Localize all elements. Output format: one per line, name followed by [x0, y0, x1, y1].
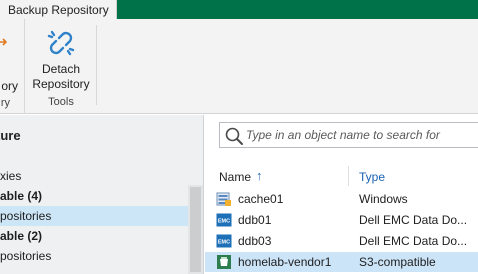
- nav-item-label: positories: [0, 209, 52, 223]
- nav-item-label: ...: [0, 269, 10, 274]
- ribbon-group-label-tools: Tools: [48, 96, 74, 108]
- partial-ribbon-button[interactable]: ory ry: [0, 19, 25, 114]
- emc-icon: EMC: [216, 234, 232, 248]
- nav-item-group-b[interactable]: able (2): [0, 226, 188, 246]
- tab-label: Backup Repository: [8, 3, 109, 17]
- detach-repository-button[interactable]: Detach Repository: [30, 25, 92, 93]
- nav-item-repositories[interactable]: positories: [0, 246, 188, 266]
- nav-tree: xies able (4) positories able (2) posito…: [0, 166, 188, 274]
- column-header-name[interactable]: Name: [219, 170, 251, 184]
- svg-text:EMC: EMC: [218, 240, 230, 246]
- partial-group-label: ry: [0, 97, 10, 109]
- search-box[interactable]: [219, 122, 478, 148]
- ribbon: ory ry Detach Repository Tools: [0, 19, 478, 114]
- nav-item-backup-repositories[interactable]: positories: [0, 206, 188, 226]
- nav-item-label: able (4): [0, 189, 43, 203]
- broken-link-icon: [47, 30, 75, 56]
- row-name: ddb01: [238, 213, 272, 227]
- sort-ascending-icon: ↑: [256, 168, 263, 183]
- row-type: S3-compatible: [359, 255, 436, 269]
- search-input[interactable]: [246, 126, 471, 144]
- row-type: Windows: [359, 192, 408, 206]
- column-header-row: Name ↑ Type: [205, 166, 478, 188]
- row-name: cache01: [238, 192, 284, 206]
- nav-scrollbar-thumb[interactable]: [190, 187, 201, 272]
- table-row[interactable]: EMC ddb03 Dell EMC Data Do...: [205, 231, 478, 251]
- tab-backup-repository[interactable]: Backup Repository: [0, 0, 117, 20]
- column-divider[interactable]: [348, 166, 349, 186]
- nav-item-label: able (2): [0, 229, 43, 243]
- row-type: Dell EMC Data Do...: [359, 213, 468, 227]
- nav-item-proxies[interactable]: xies: [0, 166, 188, 186]
- detach-label-line2: Repository: [32, 77, 90, 91]
- table-row-selected[interactable]: homelab-vendor1 S3-compatible: [205, 252, 478, 272]
- row-type: Dell EMC Data Do...: [359, 234, 468, 248]
- navigation-pane: ture xies able (4) positories able (2) p…: [0, 115, 204, 274]
- content-pane: Name ↑ Type cache01 Windows EMC ddb01 De…: [205, 115, 478, 274]
- emc-icon: EMC: [216, 213, 232, 227]
- nav-item-more[interactable]: ...: [0, 266, 188, 274]
- nav-item-label: xies: [0, 169, 22, 183]
- nav-item-label: positories: [0, 249, 52, 263]
- detach-label-line1: Detach: [41, 62, 81, 76]
- partial-button-label: ory: [1, 79, 18, 93]
- s3-bucket-icon: [217, 255, 231, 269]
- nav-pane-title: ture: [0, 128, 21, 143]
- repository-action-icon: [0, 38, 7, 46]
- row-name: homelab-vendor1: [238, 255, 332, 269]
- nav-item-group-a[interactable]: able (4): [0, 186, 188, 206]
- ribbon-group-divider: [96, 25, 97, 105]
- repository-list: cache01 Windows EMC ddb01 Dell EMC Data …: [205, 189, 478, 273]
- nav-scrollbar[interactable]: [188, 185, 203, 274]
- row-name: ddb03: [238, 234, 272, 248]
- svg-text:EMC: EMC: [218, 219, 230, 225]
- windows-server-icon: [216, 192, 231, 206]
- table-row[interactable]: cache01 Windows: [205, 189, 478, 209]
- search-icon: [225, 127, 243, 145]
- table-row[interactable]: EMC ddb01 Dell EMC Data Do...: [205, 210, 478, 230]
- column-header-type[interactable]: Type: [359, 170, 385, 184]
